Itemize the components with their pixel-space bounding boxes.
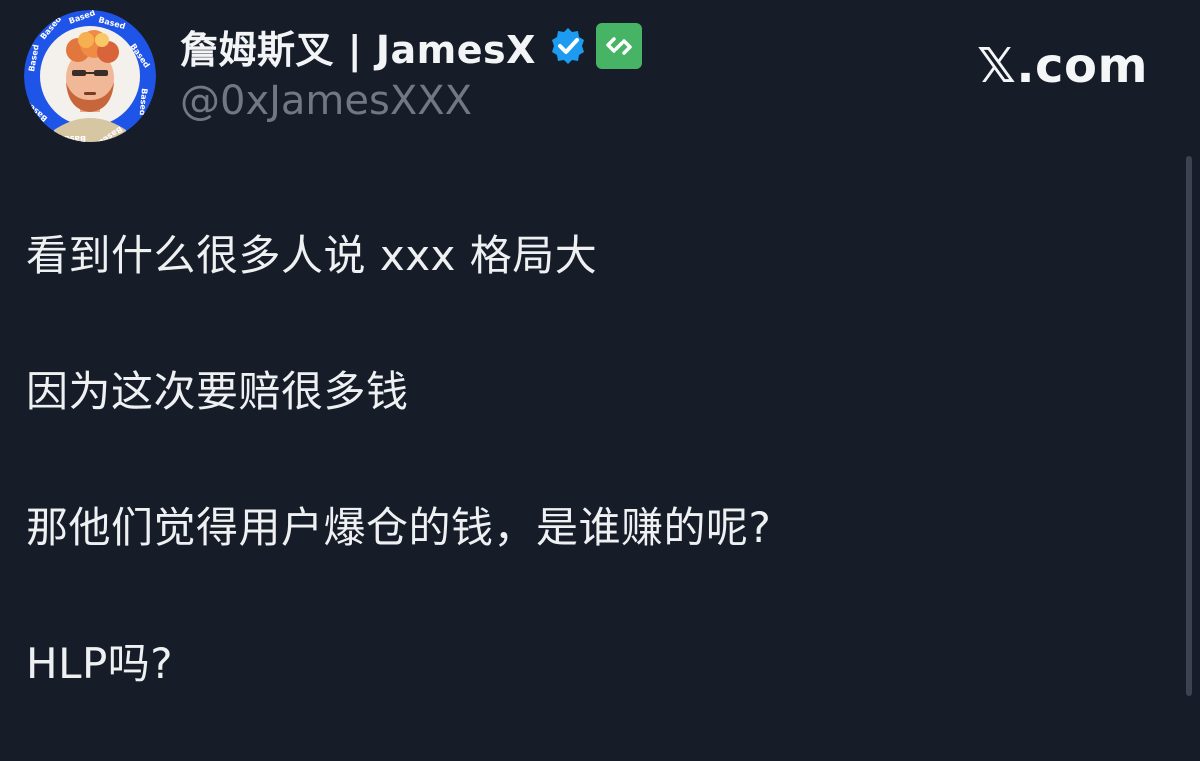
affiliate-badge-icon[interactable] xyxy=(595,23,642,69)
author-display-name[interactable]: 詹姆斯叉 | JamesX xyxy=(180,19,536,74)
author-name-row: 詹姆斯叉 | JamesX xyxy=(180,18,642,74)
author-handle[interactable]: @0xJamesXXX xyxy=(180,78,472,124)
avatar-image: Based Based Based Based Based Based Base… xyxy=(24,10,156,142)
post-header: Based Based Based Based Based Based Base… xyxy=(0,0,1200,150)
verified-badge-icon xyxy=(548,26,588,66)
scrollbar[interactable] xyxy=(1186,156,1192,696)
avatar-ring-text: Based xyxy=(58,134,86,142)
post-line: 看到什么很多人说 xxx 格局大 xyxy=(26,231,598,280)
site-label: 𝕏.com xyxy=(977,38,1148,94)
post-line: HLP吗? xyxy=(26,639,174,688)
post-line: 那他们觉得用户爆仓的钱，是谁赚的呢? xyxy=(26,503,772,552)
avatar[interactable]: Based Based Based Based Based Based Base… xyxy=(24,10,156,142)
post-line: 因为这次要赔很多钱 xyxy=(26,367,409,416)
